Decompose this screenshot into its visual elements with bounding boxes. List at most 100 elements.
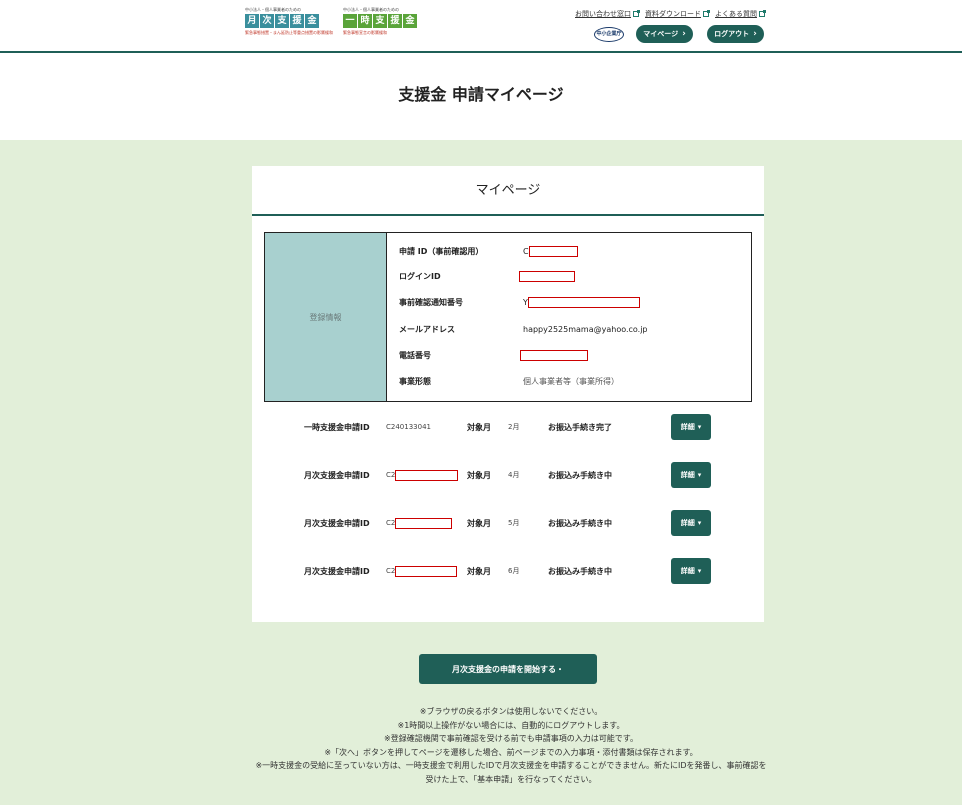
start-application-button[interactable]: 月次支援金の申請を開始する・ (419, 654, 597, 684)
download-link[interactable]: 資料ダウンロード (645, 9, 710, 19)
redaction-box (520, 349, 588, 361)
info-value: Y (523, 296, 640, 308)
logo-subtitle: 中小法人・個人事業者のための (245, 7, 301, 12)
caret-down-icon: ▾ (697, 423, 702, 431)
monthly-support-logo[interactable]: 中小法人・個人事業者のための 月 次 支 援 金 緊急事態措置・まん延防止等重点… (245, 7, 333, 39)
caret-down-icon: ▾ (697, 519, 702, 527)
redaction-box (395, 565, 458, 577)
logo-footer: 緊急事態宣言の影響緩和 (343, 30, 387, 35)
logo-char: 金 (305, 14, 319, 28)
target-month-label: 対象月 (467, 422, 491, 432)
note: ※「次へ」ボタンを押してページを遷移した場合、前ページまでの入力事項・添付書類は… (324, 747, 698, 757)
redaction-box (395, 517, 453, 529)
status-text: お振込み手続き中 (548, 470, 612, 480)
temporary-support-logo[interactable]: 中小法人・個人事業者のための 一 時 支 援 金 緊急事態宣言の影響緩和 (343, 7, 417, 39)
header-links: お問い合わせ窓口 資料ダウンロード よくある質問 (575, 9, 766, 19)
status-text: お振込手続き完了 (548, 422, 612, 432)
faq-link[interactable]: よくある質問 (715, 9, 766, 19)
info-label: 登録情報 (265, 233, 387, 401)
detail-button[interactable]: 詳細 ▾ (671, 558, 711, 584)
target-month-label: 対象月 (467, 518, 491, 528)
target-month: 5月 (508, 519, 520, 527)
target-month-label: 対象月 (467, 470, 491, 480)
logo-char: 時 (358, 14, 372, 28)
info-row-email: メールアドレス happy2525mama@yahoo.co.jp (399, 322, 648, 336)
target-month: 2月 (508, 423, 520, 431)
detail-button-label: 詳細 (680, 471, 695, 479)
info-row-login-id: ログインID (399, 269, 575, 283)
info-value: happy2525mama@yahoo.co.jp (523, 324, 648, 334)
application-row: 月次支援金申請ID C2 対象月 5月 お振込み手続き中 詳細 ▾ (252, 510, 764, 536)
site-header: 中小法人・個人事業者のための 月 次 支 援 金 緊急事態措置・まん延防止等重点… (0, 0, 962, 53)
notes: ※ブラウザの戻るボタンは使用しないでください。 ※1時間以上操作がない場合には、… (252, 705, 770, 786)
chevron-right-icon: › (753, 29, 757, 39)
application-id: C2 (386, 558, 458, 584)
logo-char: 援 (290, 14, 304, 28)
status-text: お振込み手続き中 (548, 566, 612, 576)
logout-button-label: ログアウト (714, 30, 750, 38)
logo-footer: 緊急事態措置・まん延防止等重点措置の影響緩和 (245, 30, 333, 35)
registration-info-table: 登録情報 申請 ID（事前確認用） C ログインID 事前確認通知番号 Y メー… (264, 232, 752, 402)
contact-link[interactable]: お問い合わせ窓口 (575, 9, 640, 19)
application-label: 一時支援金申請ID (304, 422, 370, 432)
logo-char: 援 (388, 14, 402, 28)
logo-subtitle: 中小法人・個人事業者のための (343, 7, 399, 12)
mypage-button[interactable]: マイページ › (636, 25, 693, 43)
application-label: 月次支援金申請ID (304, 518, 370, 528)
info-value (520, 349, 588, 361)
target-month: 4月 (508, 471, 520, 479)
detail-button[interactable]: 詳細 ▾ (671, 510, 711, 536)
info-value (519, 270, 575, 282)
redaction-box (519, 270, 575, 282)
status-text: お振込み手続き中 (548, 518, 612, 528)
target-month: 6月 (508, 567, 520, 575)
title-band: 支援金 申請マイページ (0, 53, 962, 140)
logo-char: 支 (373, 14, 387, 28)
application-id: C240133041 (386, 423, 431, 431)
application-label: 月次支援金申請ID (304, 470, 370, 480)
info-key: ログインID (399, 271, 441, 281)
note: ※登録確認機関で事前確認を受ける前でも申請事項の入力は可能です。 (384, 734, 638, 743)
detail-button-label: 詳細 (680, 567, 695, 575)
faq-link-label: よくある質問 (715, 10, 757, 18)
application-id-text: C2 (386, 471, 396, 479)
application-row: 月次支援金申請ID C2 対象月 4月 お振込み手続き中 詳細 ▾ (252, 462, 764, 488)
external-link-icon (703, 10, 710, 17)
info-key: 事業形態 (399, 376, 431, 386)
mypage-button-label: マイページ (643, 30, 679, 38)
download-link-label: 資料ダウンロード (645, 10, 701, 18)
chevron-right-icon: › (682, 29, 686, 39)
info-value: C (523, 245, 578, 257)
external-link-icon (759, 10, 766, 17)
info-row-phone: 電話番号 (399, 348, 588, 362)
application-row: 一時支援金申請ID C240133041 対象月 2月 お振込手続き完了 詳細 ▾ (252, 414, 764, 440)
logout-button[interactable]: ログアウト › (707, 25, 764, 43)
info-row-notice-number: 事前確認通知番号 Y (399, 295, 640, 309)
target-month-label: 対象月 (467, 566, 491, 576)
detail-button-label: 詳細 (680, 423, 695, 431)
caret-down-icon: ▾ (697, 567, 702, 575)
detail-button[interactable]: 詳細 ▾ (671, 414, 711, 440)
detail-button[interactable]: 詳細 ▾ (671, 462, 711, 488)
info-key: メールアドレス (399, 324, 455, 334)
redaction-box (395, 469, 459, 481)
detail-button-label: 詳細 (680, 519, 695, 527)
info-key: 事前確認通知番号 (399, 297, 463, 307)
note: ※1時間以上操作がない場合には、自動的にログアウトします。 (397, 720, 625, 730)
logo-char: 月 (245, 14, 259, 28)
application-id: C2 (386, 462, 459, 488)
page-title: 支援金 申請マイページ (398, 85, 564, 104)
logo-char: 一 (343, 14, 357, 28)
contact-link-label: お問い合わせ窓口 (575, 10, 631, 18)
application-row: 月次支援金申請ID C2 対象月 6月 お振込み手続き中 詳細 ▾ (252, 558, 764, 584)
info-key: 申請 ID（事前確認用） (399, 246, 484, 256)
note: ※ブラウザの戻るボタンは使用しないでください。 (419, 707, 603, 716)
application-id-text: C2 (386, 519, 396, 527)
caret-down-icon: ▾ (697, 471, 702, 479)
logo-char: 次 (260, 14, 274, 28)
info-row-application-id: 申請 ID（事前確認用） C (399, 244, 578, 258)
application-id-text: C2 (386, 567, 396, 575)
info-value: 個人事業者等（事業所得） (523, 376, 619, 386)
logo-char: 金 (403, 14, 417, 28)
application-id: C2 (386, 510, 453, 536)
